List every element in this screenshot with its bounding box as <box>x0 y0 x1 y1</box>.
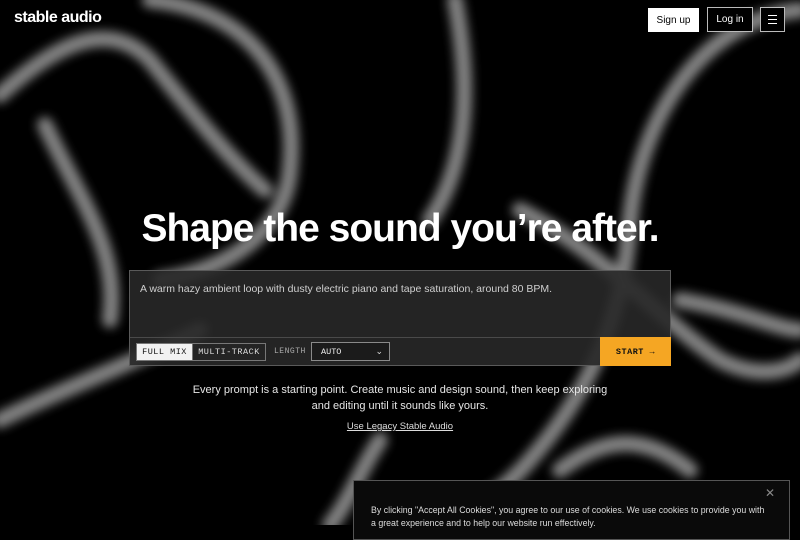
menu-button[interactable] <box>760 7 785 32</box>
chevron-down-icon: ⌄ <box>375 346 383 356</box>
sign-up-button[interactable]: Sign up <box>648 8 699 32</box>
legacy-stable-audio-link[interactable]: Use Legacy Stable Audio <box>347 421 453 432</box>
prompt-input[interactable]: A warm hazy ambient loop with dusty elec… <box>140 283 552 295</box>
cookie-text-line: a great experience and to help our websi… <box>371 518 596 528</box>
full-mix-toggle[interactable]: FULL MIX <box>136 343 193 361</box>
close-icon[interactable]: ✕ <box>764 486 776 500</box>
legacy-link-container: Use Legacy Stable Audio <box>0 421 800 432</box>
hero-description-line: Every prompt is a starting point. Create… <box>192 384 608 396</box>
length-select-value: AUTO <box>321 347 342 357</box>
prompt-panel: A warm hazy ambient loop with dusty elec… <box>129 270 671 366</box>
multi-track-toggle[interactable]: MULTI-TRACK <box>193 343 266 361</box>
start-button[interactable]: START → <box>600 337 671 366</box>
cookie-banner: ✕ By clicking "Accept All Cookies", you … <box>353 480 790 540</box>
length-label: LENGTH <box>274 347 306 356</box>
page-title: Shape the sound you’re after. <box>141 207 659 250</box>
cookie-text-line: By clicking "Accept All Cookies", you ag… <box>371 505 765 515</box>
prompt-divider <box>130 337 670 338</box>
log-in-button[interactable]: Log in <box>707 7 753 32</box>
cookie-text: By clicking "Accept All Cookies", you ag… <box>371 504 776 530</box>
menu-icon <box>768 15 777 24</box>
hero-description-line: and editing until it sounds like yours. <box>311 400 489 412</box>
background-swirls <box>0 0 800 525</box>
hero-description: Every prompt is a starting point. Create… <box>190 382 610 414</box>
length-select[interactable]: AUTO ⌄ <box>311 342 390 361</box>
stable-audio-logo[interactable]: stable audio <box>14 9 102 27</box>
